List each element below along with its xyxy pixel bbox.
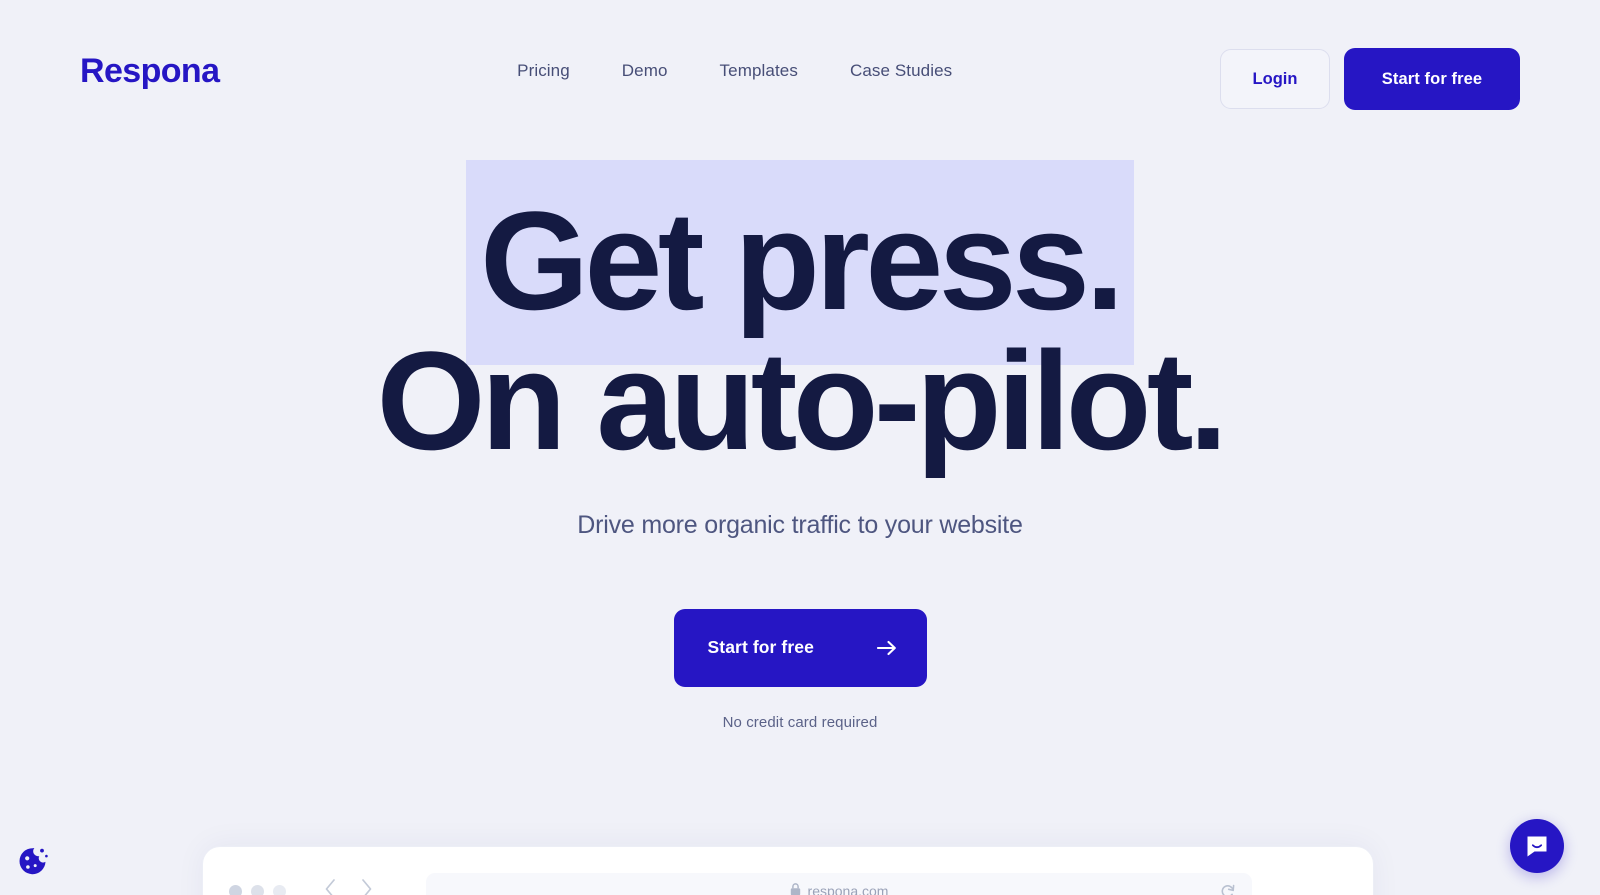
- browser-navigation-buttons: [324, 878, 373, 895]
- page-title: Get press. On auto-pilot.: [0, 160, 1600, 479]
- login-button[interactable]: Login: [1220, 49, 1330, 109]
- window-minimize-dot: [251, 884, 264, 895]
- url-display: respona.com: [790, 883, 889, 895]
- cta-note: No credit card required: [722, 713, 878, 731]
- hero-cta-label: Start for free: [707, 637, 814, 658]
- browser-toolbar: respona.com: [203, 863, 1373, 895]
- logo[interactable]: Respona: [4, 3, 220, 94]
- chat-launcher-button[interactable]: [1510, 819, 1564, 873]
- hero-start-for-free-button[interactable]: Start for free: [673, 608, 927, 687]
- browser-mockup: respona.com: [202, 846, 1374, 895]
- chevron-left-icon[interactable]: [324, 878, 337, 895]
- lock-icon: [790, 883, 801, 895]
- nav-item-templates[interactable]: Templates: [720, 61, 798, 81]
- window-close-dot: [229, 884, 242, 895]
- nav-item-pricing[interactable]: Pricing: [517, 61, 570, 81]
- url-text: respona.com: [807, 883, 889, 895]
- window-controls: [229, 884, 286, 895]
- nav-item-demo[interactable]: Demo: [622, 61, 668, 81]
- cookie-settings-button[interactable]: [12, 841, 52, 881]
- window-maximize-dot: [273, 884, 286, 895]
- logo-text: Respona: [80, 52, 220, 90]
- headline-line-2: On auto-pilot.: [376, 321, 1228, 479]
- hero-cta-wrapper: Start for free: [0, 608, 1600, 687]
- header-start-for-free-button[interactable]: Start for free: [1344, 48, 1520, 110]
- arrow-right-icon: [876, 640, 897, 656]
- header-actions: Login Start for free: [1220, 48, 1520, 110]
- site-header: Respona Pricing Demo Templates Case Stud…: [0, 0, 1600, 155]
- chevron-right-icon[interactable]: [360, 878, 373, 895]
- url-bar[interactable]: respona.com: [426, 873, 1252, 895]
- nav-item-case-studies[interactable]: Case Studies: [850, 61, 952, 81]
- reload-icon[interactable]: [1220, 883, 1236, 895]
- hero-subheadline: Drive more organic traffic to your websi…: [577, 510, 1023, 539]
- main-navigation: Pricing Demo Templates Case Studies: [249, 48, 1220, 94]
- hero-section: Get press. On auto-pilot. Drive more org…: [0, 155, 1600, 731]
- chat-bubble-icon: [1527, 836, 1547, 857]
- headline-line-1: Get press.: [0, 160, 1600, 365]
- logo-arrow-icon: [4, 3, 17, 16]
- cookie-icon: [19, 848, 48, 875]
